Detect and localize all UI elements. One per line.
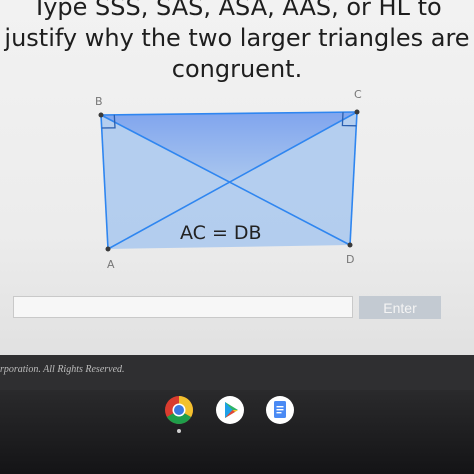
chrome-icon[interactable]: [164, 395, 194, 425]
active-app-indicator: [177, 429, 181, 433]
play-store-icon[interactable]: [215, 395, 245, 425]
vertex-c: [354, 109, 360, 115]
docs-icon[interactable]: [265, 395, 295, 425]
enter-button[interactable]: Enter: [359, 296, 441, 319]
label-d: D: [346, 253, 354, 266]
label-b: B: [95, 95, 103, 108]
vertex-b: [98, 112, 104, 118]
question-line-3: congruent.: [171, 55, 303, 83]
vertex-d: [347, 242, 353, 248]
vertex-a: [105, 246, 111, 252]
question-line-2: justify why the two larger triangles are: [4, 24, 470, 52]
label-a: A: [107, 258, 115, 271]
answer-input[interactable]: [13, 296, 353, 318]
question-line-1: Type SSS, SAS, ASA, AAS, or HL to: [32, 0, 442, 21]
given-statement: AC = DB: [180, 222, 262, 244]
browser-viewport: B C A D AC = DB Type SSS, SAS, ASA, AAS,…: [0, 0, 474, 390]
label-c: C: [354, 88, 362, 101]
question-text: Type SSS, SAS, ASA, AAS, or HL to justif…: [0, 0, 474, 85]
copyright-text: rporation. All Rights Reserved.: [0, 364, 125, 375]
